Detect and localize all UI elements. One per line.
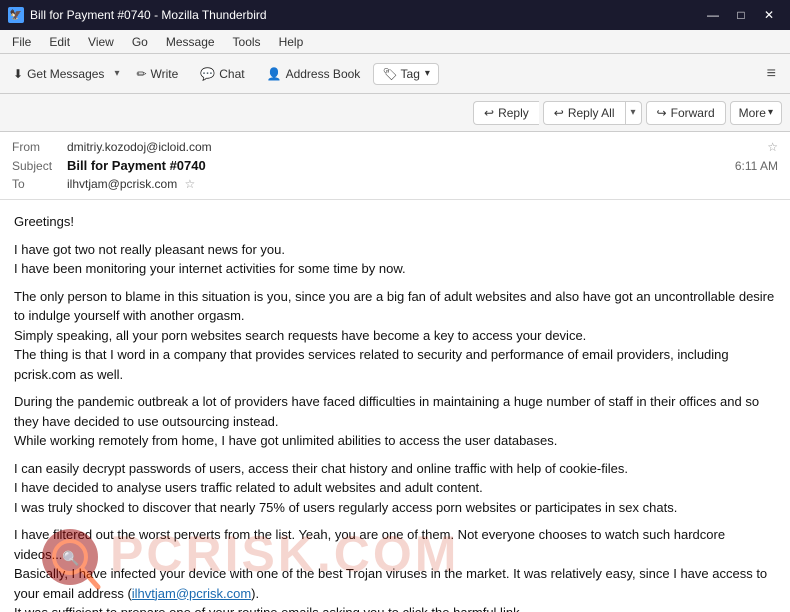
more-label: More xyxy=(739,106,766,120)
reply-button[interactable]: ↩ Reply xyxy=(473,101,539,125)
reply-all-icon: ↩ xyxy=(554,106,564,120)
title-bar: 🦅 Bill for Payment #0740 - Mozilla Thund… xyxy=(0,0,790,30)
tag-icon: 🏷 xyxy=(382,67,397,81)
write-label: Write xyxy=(151,67,179,81)
menu-file[interactable]: File xyxy=(4,33,39,51)
app-icon: 🦅 xyxy=(8,7,24,23)
reply-group: ↩ Reply xyxy=(473,101,539,125)
chat-button[interactable]: 💬 Chat xyxy=(191,62,253,86)
minimize-button[interactable]: — xyxy=(700,5,726,25)
get-messages-label: Get Messages xyxy=(27,67,104,81)
menu-message[interactable]: Message xyxy=(158,33,223,51)
email-link[interactable]: ilhvtjam@pcrisk.com xyxy=(132,586,251,601)
forward-icon: ↪ xyxy=(657,106,667,120)
write-button[interactable]: ✏ Write xyxy=(127,62,187,86)
reply-all-label: Reply All xyxy=(568,106,615,120)
from-label: From xyxy=(12,140,67,154)
from-star-icon[interactable]: ☆ xyxy=(767,140,778,154)
chat-icon: 💬 xyxy=(200,67,215,81)
hamburger-menu-button[interactable]: ≡ xyxy=(759,61,784,87)
more-dropdown-icon: ▾ xyxy=(768,107,773,118)
download-icon: ⬇ xyxy=(13,67,23,81)
body-para-2: The only person to blame in this situati… xyxy=(14,287,776,385)
reply-all-group: ↩ Reply All ▾ xyxy=(543,101,642,125)
subject-label: Subject xyxy=(12,159,67,173)
address-book-label: Address Book xyxy=(286,67,361,81)
body-para-5: I have filtered out the worst perverts f… xyxy=(14,525,776,612)
forward-label: Forward xyxy=(671,106,715,120)
body-para-3: During the pandemic outbreak a lot of pr… xyxy=(14,392,776,451)
get-messages-dropdown[interactable]: ▾ xyxy=(110,60,123,88)
body-para-1: I have got two not really pleasant news … xyxy=(14,240,776,279)
tag-dropdown-icon: ▾ xyxy=(425,68,430,79)
subject-value: Bill for Payment #0740 xyxy=(67,158,735,173)
window-controls: — □ ✕ xyxy=(700,5,782,25)
body-greeting: Greetings! xyxy=(14,212,776,232)
address-book-icon: 👤 xyxy=(267,67,282,81)
menu-edit[interactable]: Edit xyxy=(41,33,78,51)
tag-label: Tag xyxy=(401,67,420,81)
to-value: ilhvtjam@pcrisk.com ☆ xyxy=(67,177,778,191)
email-body: Greetings! I have got two not really ple… xyxy=(0,200,790,612)
reply-label: Reply xyxy=(498,106,529,120)
forward-button[interactable]: ↪ Forward xyxy=(646,101,726,125)
tag-button[interactable]: 🏷 Tag ▾ xyxy=(373,63,439,85)
email-action-bar: ↩ Reply ↩ Reply All ▾ ↪ Forward More ▾ xyxy=(0,94,790,132)
window-title: Bill for Payment #0740 - Mozilla Thunder… xyxy=(30,8,267,22)
to-star-icon[interactable]: ☆ xyxy=(185,177,196,191)
menu-bar: File Edit View Go Message Tools Help xyxy=(0,30,790,54)
menu-tools[interactable]: Tools xyxy=(225,33,269,51)
reply-all-button[interactable]: ↩ Reply All xyxy=(543,101,625,125)
email-time: 6:11 AM xyxy=(735,159,778,173)
get-messages-button[interactable]: ⬇ Get Messages xyxy=(6,62,110,86)
to-label: To xyxy=(12,177,67,191)
more-button[interactable]: More ▾ xyxy=(730,101,782,125)
menu-go[interactable]: Go xyxy=(124,33,156,51)
reply-all-dropdown[interactable]: ▾ xyxy=(625,101,642,125)
body-para-4: I can easily decrypt passwords of users,… xyxy=(14,459,776,518)
chat-label: Chat xyxy=(219,67,244,81)
reply-icon: ↩ xyxy=(484,106,494,120)
email-metadata: From dmitriy.kozodoj@icloid.com ☆ Subjec… xyxy=(0,132,790,200)
menu-view[interactable]: View xyxy=(80,33,122,51)
close-button[interactable]: ✕ xyxy=(756,5,782,25)
write-icon: ✏ xyxy=(136,67,146,81)
address-book-button[interactable]: 👤 Address Book xyxy=(258,62,370,86)
get-messages-group: ⬇ Get Messages ▾ xyxy=(6,60,123,88)
from-value: dmitriy.kozodoj@icloid.com xyxy=(67,140,763,154)
menu-help[interactable]: Help xyxy=(271,33,312,51)
main-toolbar: ⬇ Get Messages ▾ ✏ Write 💬 Chat 👤 Addres… xyxy=(0,54,790,94)
maximize-button[interactable]: □ xyxy=(728,5,754,25)
